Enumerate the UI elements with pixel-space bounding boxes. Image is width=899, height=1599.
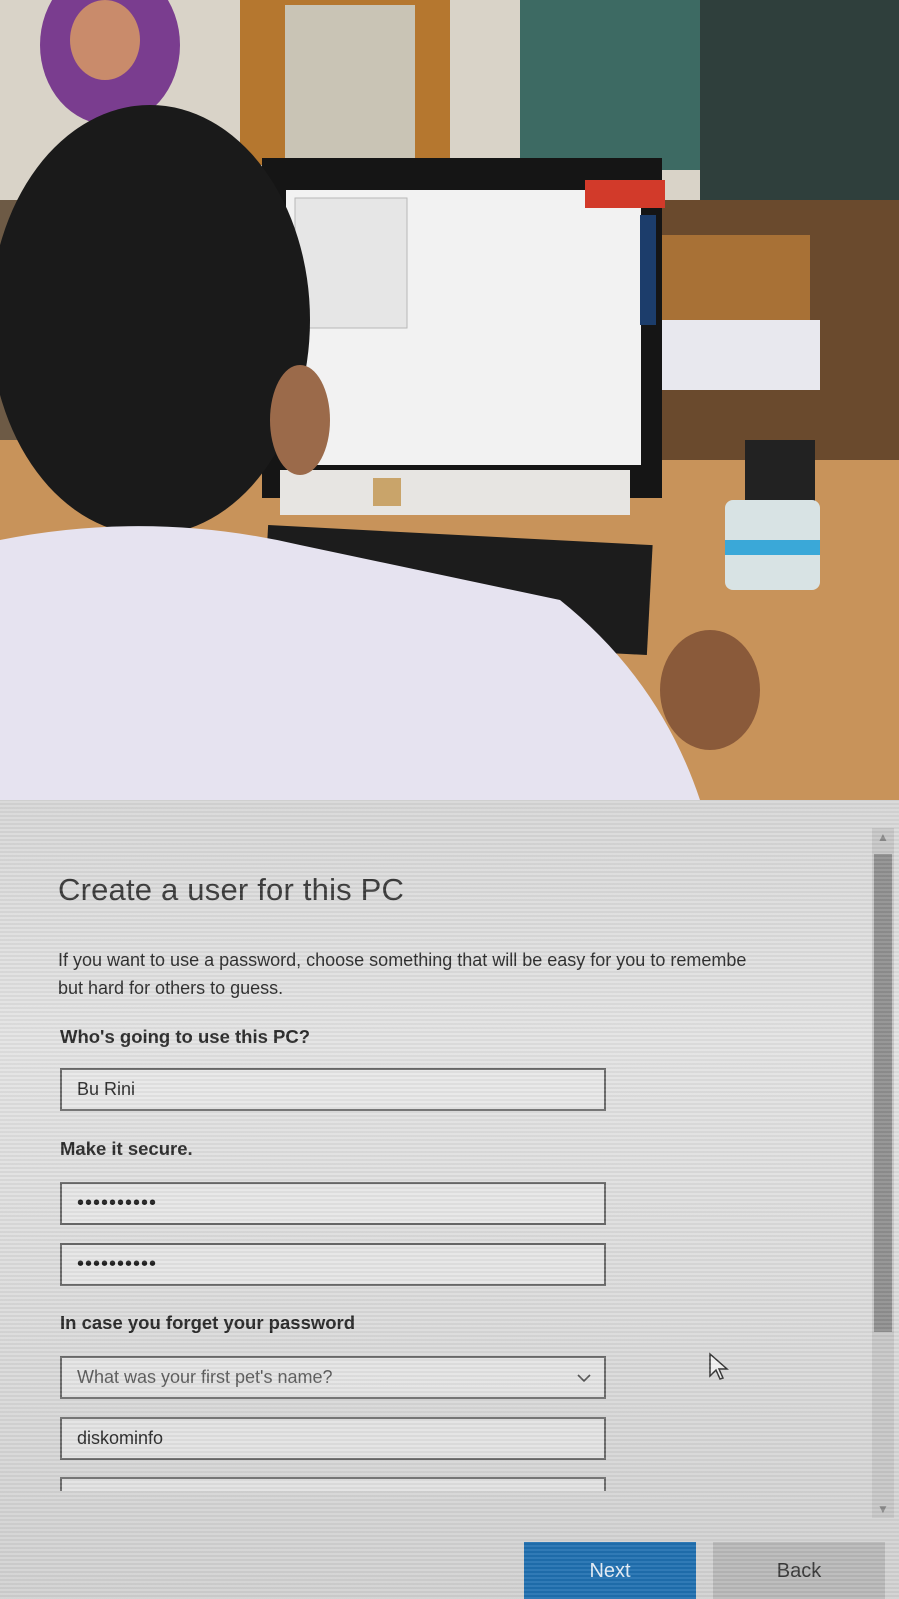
create-user-dialog: Create a user for this PC If you want to…	[0, 800, 899, 1599]
password-input[interactable]: ••••••••••	[60, 1182, 606, 1225]
vertical-scrollbar[interactable]: ▲ ▼	[872, 828, 894, 1518]
scrollbar-thumb[interactable]	[874, 854, 892, 1332]
recovery-section-label: In case you forget your password	[60, 1312, 356, 1333]
dialog-description: If you want to use a password, choose so…	[58, 946, 878, 1002]
security-question-select[interactable]: What was your first pet's name?	[60, 1356, 606, 1399]
description-line-2: but hard for others to guess.	[58, 978, 284, 998]
scroll-up-arrow-icon[interactable]: ▲	[874, 828, 892, 846]
password-section-label: Make it secure.	[60, 1138, 193, 1159]
security-answer-input[interactable]: diskominfo	[60, 1417, 606, 1460]
security-question-value: What was your first pet's name?	[77, 1367, 333, 1387]
chevron-down-icon	[577, 1374, 591, 1383]
next-button[interactable]: Next	[524, 1542, 696, 1599]
password-confirm-input[interactable]: ••••••••••	[60, 1243, 606, 1286]
username-input[interactable]: Bu Rini	[60, 1068, 606, 1111]
office-scene-illustration	[0, 0, 899, 800]
mouse-pointer-icon	[709, 1352, 729, 1380]
description-line-1: If you want to use a password, choose so…	[58, 950, 747, 970]
next-security-question-select[interactable]	[60, 1477, 606, 1491]
back-button[interactable]: Back	[713, 1542, 885, 1599]
scroll-down-arrow-icon[interactable]: ▼	[874, 1500, 892, 1518]
office-photo	[0, 0, 899, 800]
dialog-title: Create a user for this PC	[58, 872, 405, 907]
username-section-label: Who's going to use this PC?	[60, 1026, 311, 1047]
